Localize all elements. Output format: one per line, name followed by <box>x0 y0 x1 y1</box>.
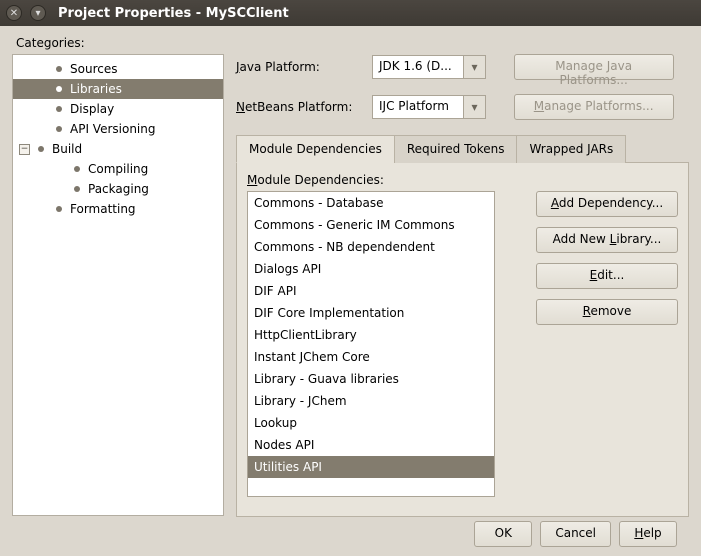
bullet-icon <box>56 86 62 92</box>
tree-item-libraries[interactable]: Libraries <box>13 79 223 99</box>
minimize-icon[interactable]: ▾ <box>30 5 46 21</box>
bullet-icon <box>56 106 62 112</box>
bullet-icon <box>74 186 80 192</box>
list-item[interactable]: Nodes API <box>248 434 494 456</box>
chevron-down-icon[interactable]: ▾ <box>464 55 486 79</box>
chevron-down-icon[interactable]: ▾ <box>464 95 486 119</box>
categories-tree[interactable]: Sources Libraries Display API Versioning − Bu… <box>12 54 224 516</box>
tab-required-tokens[interactable]: Required Tokens <box>394 135 518 163</box>
java-platform-label: Java Platform: <box>236 60 362 74</box>
module-dependencies-list[interactable]: Commons - DatabaseCommons - Generic IM C… <box>247 191 495 497</box>
expander-icon[interactable]: − <box>19 144 30 155</box>
tree-item-label: Packaging <box>88 182 149 196</box>
tree-item-build[interactable]: − Build <box>13 139 223 159</box>
tree-item-compiling[interactable]: Compiling <box>13 159 223 179</box>
tree-item-api-versioning[interactable]: API Versioning <box>13 119 223 139</box>
list-item[interactable]: Commons - Generic IM Commons <box>248 214 494 236</box>
categories-label: Categories: <box>16 36 689 50</box>
tab-bar: Module Dependencies Required Tokens Wrap… <box>236 134 689 163</box>
close-icon[interactable]: ✕ <box>6 5 22 21</box>
list-item[interactable]: Instant JChem Core <box>248 346 494 368</box>
tree-item-label: Formatting <box>70 202 136 216</box>
tree-item-sources[interactable]: Sources <box>13 59 223 79</box>
tree-item-label: Compiling <box>88 162 148 176</box>
window-title: Project Properties - MySCClient <box>58 6 289 21</box>
bullet-icon <box>56 126 62 132</box>
help-button[interactable]: Help <box>619 521 677 547</box>
add-dependency-button[interactable]: Add Dependency... <box>536 191 678 217</box>
ok-button[interactable]: OK <box>474 521 532 547</box>
bullet-icon <box>56 66 62 72</box>
module-dependencies-label: Module Dependencies: <box>247 173 678 187</box>
list-item[interactable]: Library - Guava libraries <box>248 368 494 390</box>
bullet-icon <box>56 206 62 212</box>
list-item[interactable]: Utilities API <box>248 456 494 478</box>
list-item[interactable]: Commons - NB dependendent <box>248 236 494 258</box>
list-item[interactable]: DIF Core Implementation <box>248 302 494 324</box>
tree-item-formatting[interactable]: Formatting <box>13 199 223 219</box>
list-item[interactable]: Commons - Database <box>248 192 494 214</box>
list-item[interactable]: HttpClientLibrary <box>248 324 494 346</box>
tree-item-label: Display <box>70 102 114 116</box>
tab-module-dependencies[interactable]: Module Dependencies <box>236 135 395 163</box>
manage-platforms-button[interactable]: Manage Platforms... <box>514 94 674 120</box>
list-item[interactable]: DIF API <box>248 280 494 302</box>
remove-button[interactable]: Remove <box>536 299 678 325</box>
netbeans-platform-label: NetBeans Platform: <box>236 100 362 114</box>
cancel-button[interactable]: Cancel <box>540 521 611 547</box>
tree-item-display[interactable]: Display <box>13 99 223 119</box>
bullet-icon <box>38 146 44 152</box>
list-item[interactable]: Dialogs API <box>248 258 494 280</box>
java-platform-select[interactable]: JDK 1.6 (D... ▾ <box>372 55 486 79</box>
manage-java-platforms-button[interactable]: Manage Java Platforms... <box>514 54 674 80</box>
tree-item-label: Build <box>52 142 82 156</box>
bullet-icon <box>74 166 80 172</box>
tree-item-label: Sources <box>70 62 117 76</box>
netbeans-platform-select[interactable]: IJC Platform ▾ <box>372 95 486 119</box>
tree-item-label: API Versioning <box>70 122 155 136</box>
tab-wrapped-jars[interactable]: Wrapped JARs <box>516 135 626 163</box>
add-new-library-button[interactable]: Add New Library... <box>536 227 678 253</box>
tree-item-packaging[interactable]: Packaging <box>13 179 223 199</box>
list-item[interactable]: Library - JChem <box>248 390 494 412</box>
tree-item-label: Libraries <box>70 82 122 96</box>
titlebar: ✕ ▾ Project Properties - MySCClient <box>0 0 701 26</box>
edit-button[interactable]: Edit... <box>536 263 678 289</box>
list-item[interactable]: Lookup <box>248 412 494 434</box>
